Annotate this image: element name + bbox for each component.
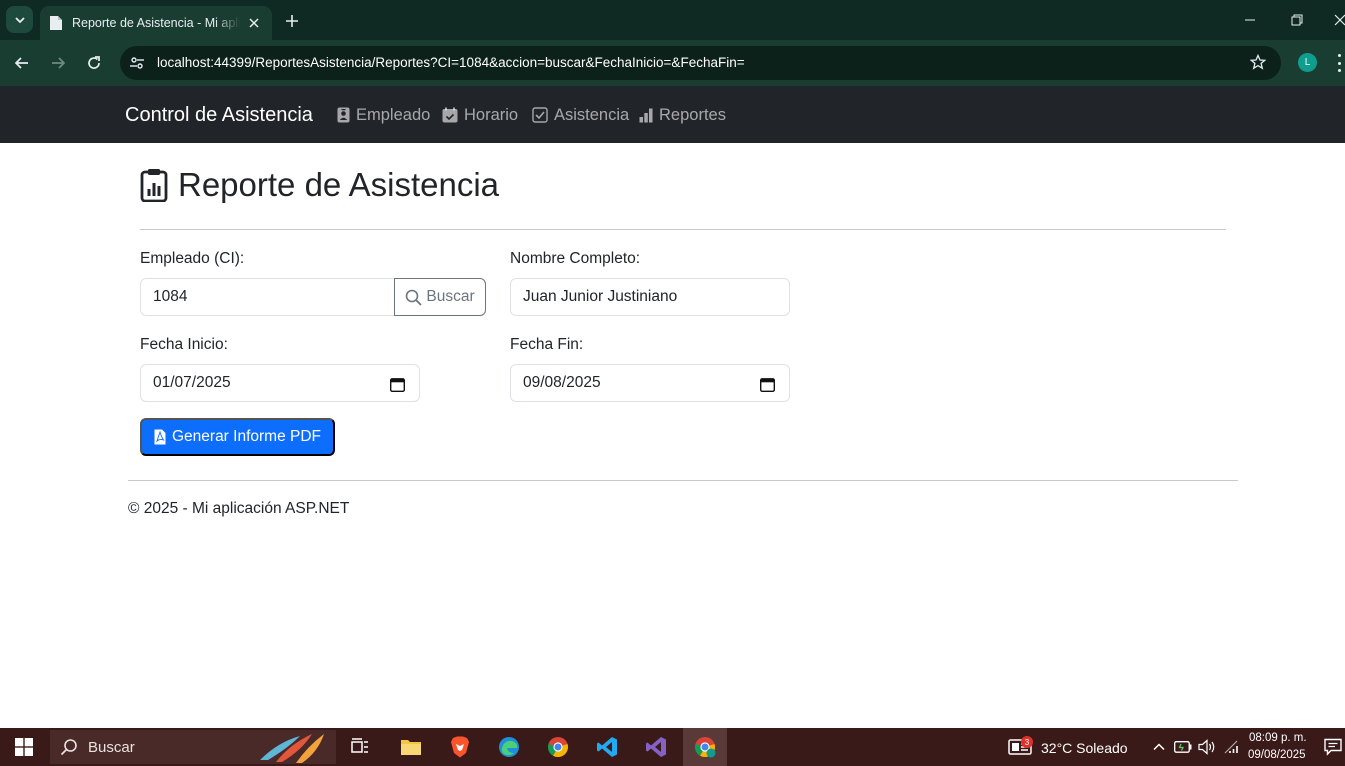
taskbar-search-placeholder: Buscar [88, 738, 135, 756]
bar-chart-icon [639, 108, 653, 123]
notifications-button[interactable] [1320, 734, 1345, 760]
volume-button[interactable] [1194, 734, 1220, 760]
nav-link-label: Empleado [356, 105, 431, 124]
chrome-profile-button[interactable] [692, 734, 718, 760]
person-badge-icon [337, 107, 350, 123]
bookmark-button[interactable] [1248, 52, 1268, 72]
close-icon [1334, 14, 1345, 26]
clock-date[interactable]: 09/08/2025 [1248, 749, 1306, 761]
navbar-brand[interactable]: Control de Asistencia [125, 104, 313, 127]
nav-link-empleado[interactable]: Empleado [337, 105, 430, 125]
site-info-button[interactable] [127, 53, 147, 73]
file-pdf-icon [154, 429, 166, 445]
page-icon [48, 15, 64, 31]
edge-browser-button[interactable] [496, 734, 522, 760]
start-date-value: 01/07/2025 [153, 374, 231, 391]
forward-button[interactable] [46, 51, 70, 75]
battery-icon [1174, 741, 1192, 753]
brave-lion-icon [451, 736, 469, 758]
profile-avatar[interactable]: L [1298, 53, 1317, 72]
start-date-input[interactable]: 01/07/2025 [140, 364, 420, 402]
nav-link-label: Asistencia [554, 105, 630, 124]
windows-logo-icon [15, 738, 33, 756]
tune-icon [130, 57, 144, 69]
volume-icon [1198, 739, 1215, 755]
plus-icon [286, 15, 298, 27]
brave-browser-button[interactable] [447, 734, 473, 760]
start-date-label: Fecha Inicio: [140, 336, 228, 353]
footer-text: © 2025 - Mi aplicación ASP.NET [128, 500, 350, 517]
arrow-right-icon [52, 57, 66, 69]
vscode-button[interactable] [594, 734, 620, 760]
network-button[interactable] [1218, 734, 1244, 760]
search-icon [406, 289, 423, 306]
close-icon[interactable] [246, 15, 262, 31]
back-button[interactable] [10, 51, 34, 75]
notification-icon [1324, 738, 1342, 756]
nav-link-label: Reportes [659, 105, 726, 124]
search-button[interactable]: Buscar [394, 278, 486, 316]
weather-text[interactable]: 32°C Soleado [1041, 740, 1128, 756]
clock-time[interactable]: 08:09 p. m. [1249, 732, 1307, 744]
hidden-icons-button[interactable] [1146, 734, 1172, 760]
calendar-icon[interactable] [759, 376, 775, 392]
divider [140, 229, 1226, 230]
check-square-icon [532, 107, 548, 123]
nav-link-reportes[interactable]: Reportes [639, 105, 726, 125]
tab-title: Reporte de Asistencia - Mi aplicación AS… [72, 16, 240, 30]
name-label: Nombre Completo: [510, 250, 641, 267]
generate-pdf-label: Generar Informe PDF [171, 428, 322, 445]
reload-icon [88, 56, 100, 69]
page-header: Reporte de Asistencia [140, 166, 499, 204]
wifi-icon [1224, 740, 1238, 754]
chrome-button[interactable] [545, 734, 571, 760]
nav-link-asistencia[interactable]: Asistencia [532, 105, 629, 125]
tab-search-button[interactable] [6, 6, 33, 33]
nav-link-label: Horario [464, 105, 519, 124]
minimize-button[interactable] [1240, 10, 1260, 30]
edge-icon [499, 737, 519, 757]
chevron-down-icon [14, 16, 25, 23]
vscode-icon [597, 737, 617, 757]
calendar-check-icon [442, 107, 458, 123]
end-date-value: 09/08/2025 [523, 374, 601, 391]
minimize-icon [1245, 19, 1255, 21]
calendar-icon[interactable] [389, 376, 405, 392]
arrow-left-icon [14, 57, 28, 69]
folder-icon [401, 740, 421, 755]
restore-button[interactable] [1287, 10, 1307, 30]
file-explorer-button[interactable] [398, 734, 424, 760]
ci-input[interactable]: 1084 [140, 278, 396, 316]
start-button[interactable] [11, 734, 37, 760]
clipboard-data-icon [140, 169, 168, 202]
page-title: Reporte de Asistencia [178, 166, 500, 203]
visual-studio-button[interactable] [643, 734, 669, 760]
restore-icon [1291, 14, 1303, 26]
generate-pdf-button[interactable]: Generar Informe PDF [140, 418, 335, 456]
weather-badge: 3 [1021, 736, 1033, 748]
chrome-icon [695, 737, 716, 758]
battery-button[interactable] [1170, 734, 1196, 760]
browser-tab-active[interactable]: Reporte de Asistencia - Mi aplicación AS… [40, 6, 272, 40]
browser-menu-button[interactable] [1333, 54, 1345, 72]
search-button-label: Buscar [426, 288, 475, 305]
nav-link-horario[interactable]: Horario [442, 105, 518, 125]
address-url[interactable]: localhost:44399/ReportesAsistencia/Repor… [157, 55, 745, 70]
close-window-button[interactable] [1330, 10, 1345, 30]
end-date-label: Fecha Fin: [510, 336, 584, 353]
new-tab-button[interactable] [282, 11, 302, 31]
full-name-field[interactable]: Juan Junior Justiniano [510, 278, 790, 316]
visual-studio-icon [646, 737, 666, 757]
ci-label: Empleado (CI): [140, 250, 245, 267]
chrome-icon [548, 737, 568, 758]
feather-decoration-icon [260, 734, 324, 763]
chevron-up-icon [1153, 743, 1165, 751]
task-view-icon [351, 738, 368, 753]
star-icon [1250, 54, 1266, 70]
task-view-button[interactable] [347, 734, 373, 760]
search-icon [60, 739, 77, 756]
footer-divider [128, 480, 1238, 481]
reload-button[interactable] [82, 51, 106, 75]
end-date-input[interactable]: 09/08/2025 [510, 364, 790, 402]
